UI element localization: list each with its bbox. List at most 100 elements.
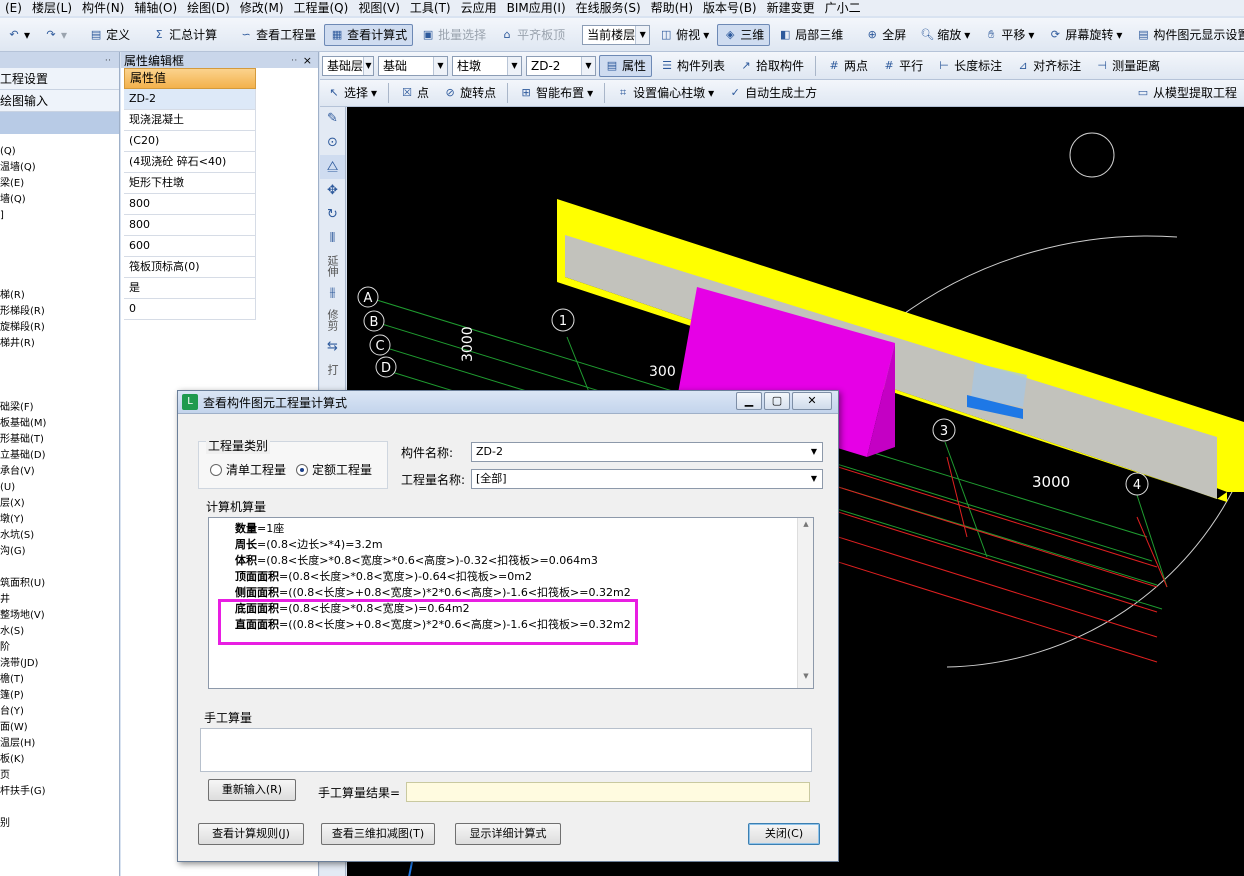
attribute-button[interactable]: ▤ 属性 bbox=[599, 54, 653, 77]
tree-item[interactable]: 浇带(JD) bbox=[0, 656, 119, 672]
menu-view[interactable]: 视图(V) bbox=[353, 1, 405, 15]
redo-button[interactable]: ↷ ▾ bbox=[38, 24, 73, 46]
point-button[interactable]: ☒ 点 bbox=[394, 82, 435, 104]
undo-button[interactable]: ↶ ▾ bbox=[1, 24, 36, 46]
tree-item[interactable]: 形梯段(R) bbox=[0, 304, 119, 320]
menu-assistant[interactable]: 广小二 bbox=[820, 1, 866, 15]
batch-select-button[interactable]: ▣ 批量选择 bbox=[415, 24, 492, 46]
tree-item[interactable]: 水坑(S) bbox=[0, 528, 119, 544]
tree-item[interactable] bbox=[0, 560, 119, 576]
tree-item[interactable]: 檐(T) bbox=[0, 672, 119, 688]
menu-help[interactable]: 帮助(H) bbox=[646, 1, 698, 15]
trim-icon[interactable]: ⫵ bbox=[320, 281, 345, 305]
close-button[interactable]: 关闭(C) bbox=[748, 823, 820, 845]
tree-item[interactable]: 别 bbox=[0, 816, 119, 832]
tree-item[interactable]: 页 bbox=[0, 768, 119, 784]
auto-earth-button[interactable]: ✓ 自动生成土方 bbox=[722, 82, 823, 104]
manual-calc-input[interactable] bbox=[200, 728, 812, 772]
tree-item[interactable]: 温层(H) bbox=[0, 736, 119, 752]
category-select[interactable]: 基础 ▼ bbox=[378, 55, 448, 76]
tree-item[interactable]: 沟(G) bbox=[0, 544, 119, 560]
tree-item[interactable] bbox=[0, 352, 119, 368]
view-rules-button[interactable]: 查看计算规则(J) bbox=[198, 823, 304, 845]
tree-item[interactable]: 墩(Y) bbox=[0, 512, 119, 528]
tree-item[interactable]: 旋梯段(R) bbox=[0, 320, 119, 336]
brush-icon[interactable]: ✎ bbox=[320, 107, 345, 131]
tree-item[interactable]: 面(W) bbox=[0, 720, 119, 736]
select-button[interactable]: ↖ 选择 ▾ bbox=[321, 82, 383, 104]
property-value-cell[interactable]: 矩形下柱墩 bbox=[124, 173, 256, 194]
tree-item[interactable]: (U) bbox=[0, 480, 119, 496]
property-value-cell[interactable]: (C20) bbox=[124, 131, 256, 152]
menu-online[interactable]: 在线服务(S) bbox=[571, 1, 646, 15]
tree-item[interactable] bbox=[0, 272, 119, 288]
tree-item[interactable]: ] bbox=[0, 208, 119, 224]
maximize-button[interactable]: ▢ bbox=[764, 392, 790, 410]
reinput-button[interactable]: 重新输入(R) bbox=[208, 779, 296, 801]
tree-item[interactable] bbox=[0, 800, 119, 816]
top-view-button[interactable]: ◫ 俯视 ▾ bbox=[653, 24, 715, 46]
tree-item[interactable] bbox=[0, 240, 119, 256]
quantity-name-select[interactable]: [全部] ▼ bbox=[471, 469, 823, 489]
component-name-select[interactable]: ZD-2 ▼ bbox=[471, 442, 823, 462]
tab-project-settings[interactable]: 工程设置 bbox=[0, 68, 119, 90]
menu-version[interactable]: 版本号(B) bbox=[698, 1, 762, 15]
measure-button[interactable]: ⊣ 测量距离 bbox=[1089, 55, 1166, 77]
rotate-point-button[interactable]: ⊘ 旋转点 bbox=[437, 82, 502, 104]
radio-bill-quantity[interactable]: 清单工程量 bbox=[210, 461, 286, 479]
scroll-down-icon[interactable]: ▼ bbox=[798, 672, 813, 686]
tree-item[interactable]: (Q) bbox=[0, 144, 119, 160]
define-button[interactable]: ▤ 定义 bbox=[83, 24, 136, 46]
layer-select[interactable]: 基础层 ▼ bbox=[322, 55, 374, 76]
pin-icon[interactable]: ᆢ × bbox=[289, 52, 318, 68]
offset-button[interactable]: ⌗ 设置偏心柱墩 ▾ bbox=[610, 82, 720, 104]
minimize-button[interactable]: ▁ bbox=[736, 392, 762, 410]
menu-cloud[interactable]: 云应用 bbox=[456, 1, 502, 15]
tree-item[interactable]: 础梁(F) bbox=[0, 400, 119, 416]
menu-bim[interactable]: BIM应用(I) bbox=[502, 1, 571, 15]
extract-from-model-button[interactable]: ▭ 从模型提取工程 bbox=[1130, 82, 1243, 104]
tree-item[interactable] bbox=[0, 224, 119, 240]
radio-quota-quantity[interactable]: 定额工程量 bbox=[296, 461, 372, 479]
property-value-cell[interactable]: 0 bbox=[124, 299, 256, 320]
menu-component[interactable]: 构件(N) bbox=[77, 1, 129, 15]
tree-item[interactable]: 层(X) bbox=[0, 496, 119, 512]
view-formula-button[interactable]: ▦ 查看计算式 bbox=[324, 23, 414, 46]
length-mark-button[interactable]: ⊢ 长度标注 bbox=[931, 55, 1008, 77]
extend-icon[interactable]: ⫴ bbox=[320, 227, 345, 251]
floor-select[interactable]: 当前楼层 ▼ bbox=[582, 24, 651, 45]
dialog-title-bar[interactable]: L 查看构件图元工程量计算式 ▁ ▢ ✕ bbox=[178, 391, 838, 414]
tree-item[interactable]: 梯(R) bbox=[0, 288, 119, 304]
property-value-cell[interactable]: 现浇混凝土 bbox=[124, 110, 256, 131]
menu-aux-axis[interactable]: 辅轴(O) bbox=[129, 1, 182, 15]
view-cube-circle[interactable] bbox=[1069, 132, 1115, 178]
tree-item[interactable]: 篷(P) bbox=[0, 688, 119, 704]
menu-tools[interactable]: 工具(T) bbox=[405, 1, 456, 15]
break-icon[interactable]: ⇆ bbox=[320, 335, 345, 359]
tree-item[interactable]: 承台(V) bbox=[0, 464, 119, 480]
move-icon[interactable]: ✥ bbox=[320, 179, 345, 203]
tree-item[interactable]: 水(S) bbox=[0, 624, 119, 640]
left-panel-pin[interactable]: ᆢ bbox=[0, 52, 119, 68]
sum-button[interactable]: Σ 汇总计算 bbox=[146, 24, 223, 46]
menu-floor[interactable]: 楼层(L) bbox=[27, 1, 77, 15]
tree-item[interactable]: 台(Y) bbox=[0, 704, 119, 720]
tree-item[interactable]: 板(K) bbox=[0, 752, 119, 768]
three-d-button[interactable]: ◈ 三维 bbox=[717, 23, 771, 46]
property-value-cell[interactable]: ZD-2 bbox=[124, 89, 256, 110]
parallel-button[interactable]: # 平行 bbox=[876, 55, 929, 77]
property-value-cell[interactable]: 600 bbox=[124, 236, 256, 257]
two-points-button[interactable]: # 两点 bbox=[821, 55, 874, 77]
tree-item[interactable] bbox=[0, 384, 119, 400]
tree-item[interactable]: 井 bbox=[0, 592, 119, 608]
property-value-cell[interactable]: 筏板顶标高(0) bbox=[124, 257, 256, 278]
tab-drawing-input[interactable]: 绘图输入 bbox=[0, 90, 119, 112]
pick-component-button[interactable]: ↗ 拾取构件 bbox=[733, 55, 810, 77]
close-icon[interactable]: ✕ bbox=[792, 392, 832, 410]
tree-item[interactable] bbox=[0, 256, 119, 272]
scrollbar[interactable]: ▲ ▼ bbox=[797, 518, 813, 688]
display-settings-button[interactable]: ▤ 构件图元显示设置 bbox=[1130, 24, 1244, 46]
tree-item[interactable]: 温墙(Q) bbox=[0, 160, 119, 176]
view-quantity-button[interactable]: ∽ 查看工程量 bbox=[233, 24, 322, 46]
tree-item[interactable]: 板基础(M) bbox=[0, 416, 119, 432]
